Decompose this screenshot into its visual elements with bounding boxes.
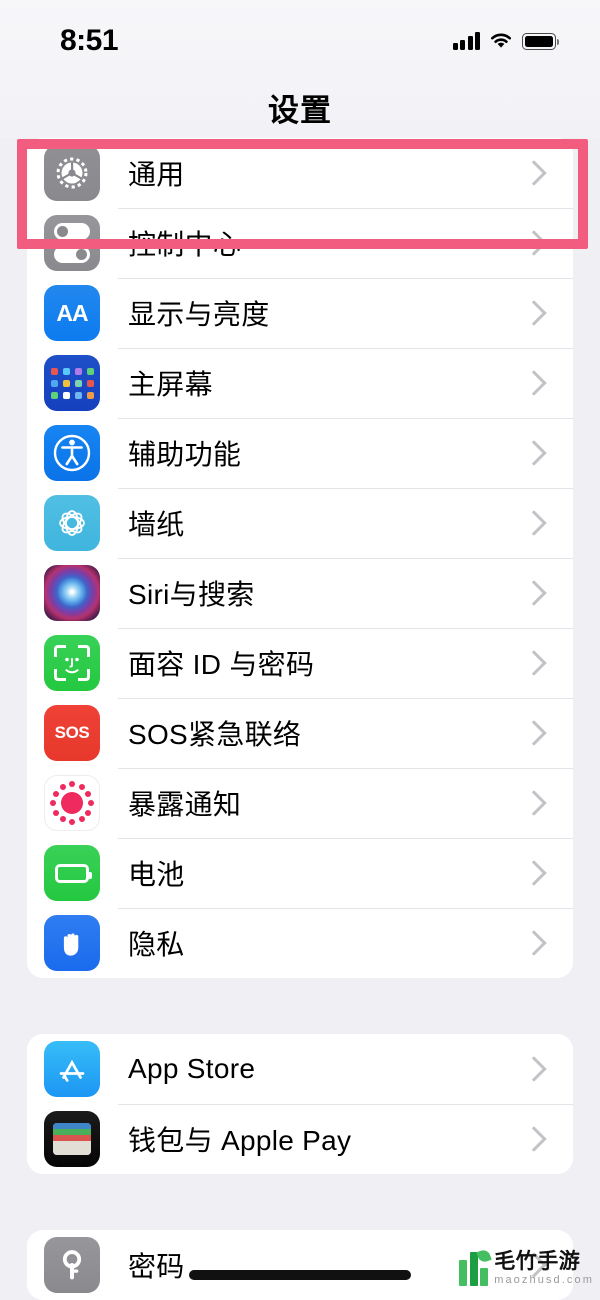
- gear-icon: [44, 145, 100, 201]
- chevron-right-icon: [521, 720, 547, 746]
- settings-row-label: 主屏幕: [128, 369, 213, 400]
- settings-row-home-screen[interactable]: 主屏幕: [27, 348, 573, 418]
- settings-row-app-store[interactable]: App Store: [27, 1034, 573, 1104]
- chevron-right-icon: [521, 510, 547, 536]
- control-center-icon: [44, 215, 100, 271]
- settings-row-label: 暴露通知: [128, 789, 242, 820]
- battery-icon: [44, 845, 100, 901]
- chevron-right-icon: [521, 300, 547, 326]
- settings-row-privacy[interactable]: 隐私: [27, 908, 573, 978]
- settings-row-label: SOS紧急联络: [128, 719, 302, 750]
- settings-group-2: App Store 钱包与 Apple Pay: [27, 1034, 573, 1174]
- battery-full-icon: [522, 32, 560, 50]
- watermark-brand: 毛竹手游: [494, 1250, 581, 1273]
- chevron-right-icon: [521, 580, 547, 606]
- settings-row-wallet-apple-pay[interactable]: 钱包与 Apple Pay: [27, 1104, 573, 1174]
- settings-row-label: 控制中心: [128, 229, 242, 260]
- emergency-sos-icon: SOS: [44, 705, 100, 761]
- settings-row-emergency-sos[interactable]: SOS SOS紧急联络: [27, 698, 573, 768]
- chevron-right-icon: [521, 370, 547, 396]
- display-brightness-icon: AA: [44, 285, 100, 341]
- settings-row-siri-search[interactable]: Siri与搜索: [27, 558, 573, 628]
- sos-icon-glyph: SOS: [54, 723, 90, 742]
- status-bar: 8:51: [0, 0, 600, 76]
- wallet-icon: [44, 1111, 100, 1167]
- settings-row-wallpaper[interactable]: 墙纸: [27, 488, 573, 558]
- chevron-right-icon: [521, 160, 547, 186]
- settings-group-1: 通用 控制中心 AA 显示与亮度 主屏幕 辅助功能 墙纸 Siri与搜索 面容 …: [27, 138, 573, 978]
- page-title: 设置: [268, 92, 332, 128]
- bamboo-logo-icon: [459, 1247, 492, 1286]
- status-bar-indicators: [452, 32, 560, 50]
- settings-row-label: App Store: [128, 1053, 256, 1084]
- settings-row-battery[interactable]: 电池: [27, 838, 573, 908]
- settings-row-accessibility[interactable]: 辅助功能: [27, 418, 573, 488]
- home-screen-icon: [44, 355, 100, 411]
- chevron-right-icon: [521, 650, 547, 676]
- settings-row-label: Siri与搜索: [128, 579, 255, 610]
- home-indicator[interactable]: [189, 1270, 411, 1280]
- settings-row-label: 显示与亮度: [128, 299, 270, 330]
- display-icon-glyph: AA: [56, 299, 88, 326]
- settings-row-label: 钱包与 Apple Pay: [128, 1125, 352, 1156]
- settings-row-label: 隐私: [128, 929, 185, 960]
- chevron-right-icon: [521, 230, 547, 256]
- settings-row-label: 面容 ID 与密码: [128, 649, 315, 680]
- chevron-right-icon: [521, 1056, 547, 1082]
- accessibility-icon: [44, 425, 100, 481]
- face-id-icon: [44, 635, 100, 691]
- chevron-right-icon: [521, 790, 547, 816]
- navigation-bar: 设置: [0, 76, 600, 138]
- settings-row-display-brightness[interactable]: AA 显示与亮度: [27, 278, 573, 348]
- passwords-key-icon: [44, 1237, 100, 1293]
- exposure-notification-icon: [44, 775, 100, 831]
- settings-row-label: 通用: [128, 159, 185, 190]
- privacy-hand-icon: [44, 915, 100, 971]
- settings-row-label: 辅助功能: [128, 439, 242, 470]
- chevron-right-icon: [521, 1126, 547, 1152]
- settings-row-label: 电池: [128, 859, 185, 890]
- status-bar-time: 8:51: [60, 24, 119, 57]
- chevron-right-icon: [521, 440, 547, 466]
- wallpaper-icon: [44, 495, 100, 551]
- settings-row-face-id-passcode[interactable]: 面容 ID 与密码: [27, 628, 573, 698]
- settings-list: 通用 控制中心 AA 显示与亮度 主屏幕 辅助功能 墙纸 Siri与搜索 面容 …: [0, 138, 600, 1300]
- chevron-right-icon: [521, 930, 547, 956]
- chevron-right-icon: [521, 860, 547, 886]
- settings-row-general[interactable]: 通用: [27, 138, 573, 208]
- wifi-icon: [489, 32, 513, 50]
- settings-row-exposure-notifications[interactable]: 暴露通知: [27, 768, 573, 838]
- siri-icon: [44, 565, 100, 621]
- watermark: 毛竹手游 maozhusd.com: [459, 1247, 594, 1286]
- settings-row-label: 墙纸: [128, 509, 185, 540]
- cellular-signal-icon: [452, 32, 480, 50]
- watermark-url: maozhusd.com: [494, 1274, 594, 1286]
- app-store-icon: [44, 1041, 100, 1097]
- settings-row-control-center[interactable]: 控制中心: [27, 208, 573, 278]
